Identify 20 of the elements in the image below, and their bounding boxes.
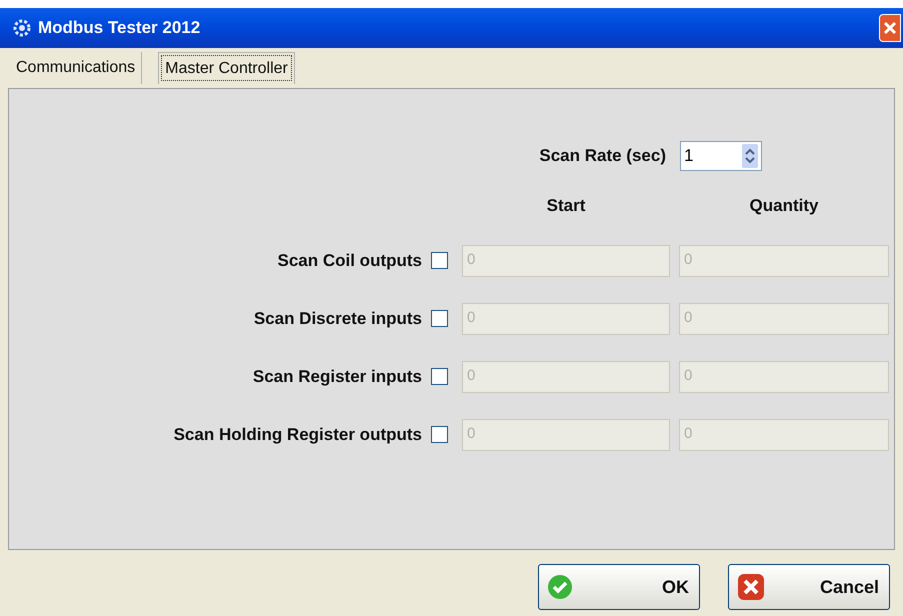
cross-icon <box>737 573 765 601</box>
window-title: Modbus Tester 2012 <box>38 17 200 40</box>
scan-rate-value: 1 <box>683 145 694 168</box>
ok-button[interactable]: OK <box>538 564 700 610</box>
gear-icon <box>12 18 32 38</box>
row-label: Scan Holding Register outputs <box>172 424 422 446</box>
column-header: Start <box>546 195 586 217</box>
close-button[interactable] <box>879 14 901 42</box>
scan-rate-label: Scan Rate (sec) <box>539 145 666 168</box>
tab[interactable]: Master Controller <box>158 52 295 84</box>
row-label: Scan Discrete inputs <box>252 308 422 330</box>
spin-arrows-icon <box>742 144 758 168</box>
row-label: Scan Register inputs <box>252 366 422 388</box>
column-header: Quantity <box>748 195 820 217</box>
checkmark-icon <box>547 574 573 600</box>
tab[interactable]: Communications <box>10 52 142 84</box>
cancel-button[interactable]: Cancel <box>728 564 890 610</box>
close-icon <box>883 21 897 35</box>
scan-rate-spinner[interactable]: 1 <box>680 141 762 171</box>
row-label: Scan Coil outputs <box>276 250 422 272</box>
